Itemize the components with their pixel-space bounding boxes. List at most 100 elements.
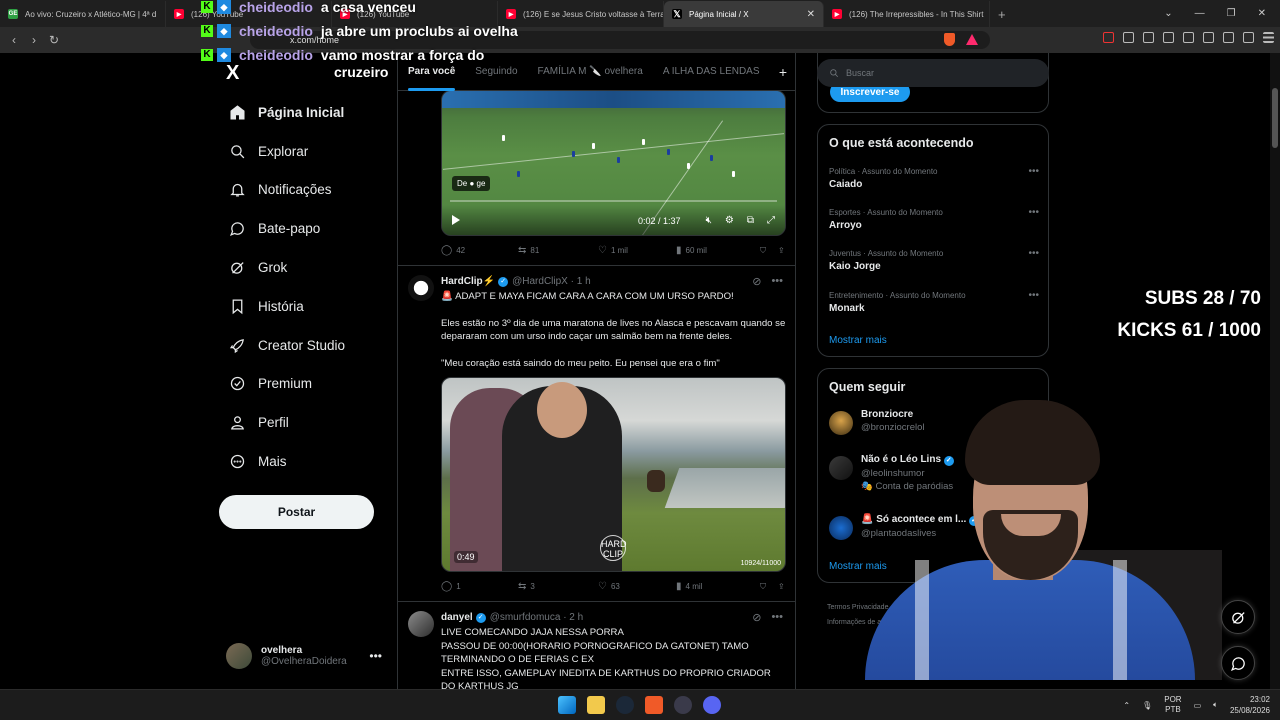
chat-icon — [1230, 656, 1245, 671]
chevron-up-icon[interactable]: ⌃ — [1123, 701, 1130, 710]
nav-item-chat[interactable]: Bate-papo — [220, 209, 345, 248]
share-icon[interactable]: ⇪ — [778, 246, 785, 255]
start-icon[interactable] — [558, 696, 576, 714]
views-button[interactable]: ▮ 60 mil — [676, 245, 760, 256]
language-indicator[interactable]: POR PTB — [1164, 695, 1181, 715]
settings-icon[interactable]: ⚙ — [725, 215, 734, 226]
pip-icon[interactable]: ⧉ — [747, 215, 754, 226]
minimize-icon[interactable]: — — [1195, 8, 1205, 19]
show-more-link[interactable]: Mostrar mais — [829, 335, 887, 346]
brave-shield-icon[interactable] — [944, 33, 955, 46]
close-window-icon[interactable]: ✕ — [1258, 8, 1266, 19]
extension-icon[interactable] — [1103, 32, 1114, 43]
browser-tab[interactable]: ▶ (126) The Irrepressibles - In This Shir… — [824, 1, 990, 27]
extension-icon[interactable] — [1163, 32, 1174, 43]
play-icon[interactable] — [452, 215, 460, 225]
trend-item[interactable]: Juventus · Assunto do Momento Kaio Jorge… — [829, 248, 1039, 272]
account-switcher[interactable]: ovelhera @OvelheraDoidera ••• — [226, 643, 386, 669]
menu-icon[interactable] — [1263, 32, 1274, 43]
source-badge[interactable]: De ● ge — [452, 176, 491, 191]
browser-tab-active[interactable]: 𝕏 Página Inicial / X ✕ — [664, 1, 824, 27]
nav-item-bookmarks[interactable]: História — [220, 287, 345, 326]
nav-item-explore[interactable]: Explorar — [220, 132, 345, 171]
tweet-video-player[interactable]: 0:49 HARD CLIP 10924/11000 — [441, 377, 786, 572]
microphone-icon[interactable]: 🎙︎ — [1142, 701, 1152, 710]
brave-rewards-icon[interactable] — [966, 34, 978, 45]
avatar[interactable] — [408, 611, 434, 637]
more-icon[interactable]: ••• — [1028, 290, 1039, 301]
close-tab-icon[interactable]: ✕ — [807, 9, 815, 20]
more-icon[interactable]: ••• — [771, 611, 783, 624]
grok-icon[interactable]: ⊘ — [752, 611, 761, 624]
reload-icon[interactable]: ↻ — [44, 33, 64, 47]
page-scrollbar[interactable] — [1270, 53, 1280, 689]
trend-item[interactable]: Política · Assunto do Momento Caiado ••• — [829, 166, 1039, 190]
more-icon[interactable]: ••• — [1028, 248, 1039, 259]
network-icon[interactable]: ▭ — [1194, 701, 1202, 710]
tab-list-familia[interactable]: FAMÍLIA M 🔪 ovelhera — [528, 53, 653, 91]
views-button[interactable]: ▮ 4 mil — [676, 581, 760, 592]
more-icon[interactable]: ••• — [1028, 207, 1039, 218]
back-icon[interactable]: ‹ — [4, 33, 24, 47]
chat-message: K ◆ cheideodio a casa venceu — [201, 0, 518, 16]
search-input[interactable]: Buscar — [817, 59, 1049, 87]
nav-item-creator-studio[interactable]: Creator Studio — [220, 326, 345, 365]
repost-button[interactable]: ⇆ 81 — [518, 245, 598, 256]
obs-icon[interactable] — [674, 696, 692, 714]
file-explorer-icon[interactable] — [587, 696, 605, 714]
post-button[interactable]: Postar — [219, 495, 374, 529]
reply-button[interactable]: ◯ 42 — [441, 245, 518, 256]
trend-item[interactable]: Entretenimento · Assunto do Momento Mona… — [829, 290, 1039, 314]
system-clock[interactable]: 23:02 25/08/2026 — [1230, 694, 1270, 716]
new-tab-button[interactable]: + — [990, 7, 1016, 27]
avatar — [829, 411, 853, 435]
forward-icon[interactable]: › — [24, 33, 44, 47]
mute-icon[interactable]: 🔇︎ — [706, 215, 712, 226]
like-button[interactable]: ♡ 63 — [598, 581, 676, 592]
nav-item-notifications[interactable]: Notificações — [220, 171, 345, 210]
trend-item[interactable]: Esportes · Assunto do Momento Arroyo ••• — [829, 207, 1039, 231]
discord-icon[interactable] — [703, 696, 721, 714]
nav-item-grok[interactable]: Grok — [220, 248, 345, 287]
tab-list-ilha[interactable]: A ILHA DAS LENDAS — [653, 53, 770, 91]
share-icon[interactable]: ⇪ — [778, 582, 785, 591]
like-button[interactable]: ♡ 1 mil — [598, 245, 676, 256]
bookmark-icon[interactable]: ⛉ — [760, 246, 766, 256]
add-tab-icon[interactable]: + — [779, 64, 787, 80]
shirt-stripe — [915, 560, 929, 680]
video-progress[interactable] — [450, 200, 777, 202]
nav-item-premium[interactable]: Premium — [220, 365, 345, 404]
scrollbar-thumb[interactable] — [1272, 88, 1278, 148]
wallet-icon[interactable] — [1203, 32, 1214, 43]
vpn-icon[interactable] — [1243, 32, 1254, 43]
badge-icon: ◆ — [217, 24, 231, 38]
volume-icon[interactable]: 🔈︎ — [1213, 700, 1218, 710]
brave-icon[interactable] — [645, 696, 663, 714]
repost-button[interactable]: ⇆ 3 — [518, 581, 598, 592]
browser-tab[interactable]: GE Ao vivo: Cruzeiro x Atlético-MG | 4ª d — [0, 1, 166, 27]
browser-tab[interactable]: ▶ (126) E se Jesus Cristo voltasse à Terr… — [498, 1, 664, 27]
messages-floating-button[interactable] — [1221, 646, 1255, 680]
stadium-adboard — [442, 91, 785, 108]
leo-ai-icon[interactable] — [1223, 32, 1234, 43]
reply-icon: ◯ — [441, 581, 453, 592]
nav-item-home[interactable]: Página Inicial — [220, 93, 345, 132]
steam-icon[interactable] — [616, 696, 634, 714]
more-icon[interactable]: ••• — [1028, 166, 1039, 177]
more-icon[interactable]: ••• — [369, 649, 382, 663]
tab-search-icon[interactable]: ⌄ — [1164, 8, 1172, 19]
avatar[interactable] — [408, 275, 434, 301]
bookmark-icon[interactable]: ⛉ — [760, 582, 766, 592]
fullscreen-icon[interactable]: ⤢ — [767, 215, 775, 226]
maximize-icon[interactable]: ❐ — [1227, 8, 1236, 19]
reply-button[interactable]: ◯ 1 — [441, 581, 518, 592]
grok-floating-button[interactable] — [1221, 600, 1255, 634]
tweet-video-player[interactable]: De ● ge 0:02 / 1:37 🔇︎ ⚙ ⧉ ⤢ — [441, 90, 786, 236]
more-icon[interactable]: ••• — [771, 275, 783, 288]
nav-item-more[interactable]: Mais — [220, 442, 345, 481]
extension-icon[interactable] — [1123, 32, 1134, 43]
extension-icon[interactable] — [1143, 32, 1154, 43]
sidebar-toggle-icon[interactable] — [1183, 32, 1194, 43]
nav-item-profile[interactable]: Perfil — [220, 403, 345, 442]
grok-icon[interactable]: ⊘ — [752, 275, 761, 288]
